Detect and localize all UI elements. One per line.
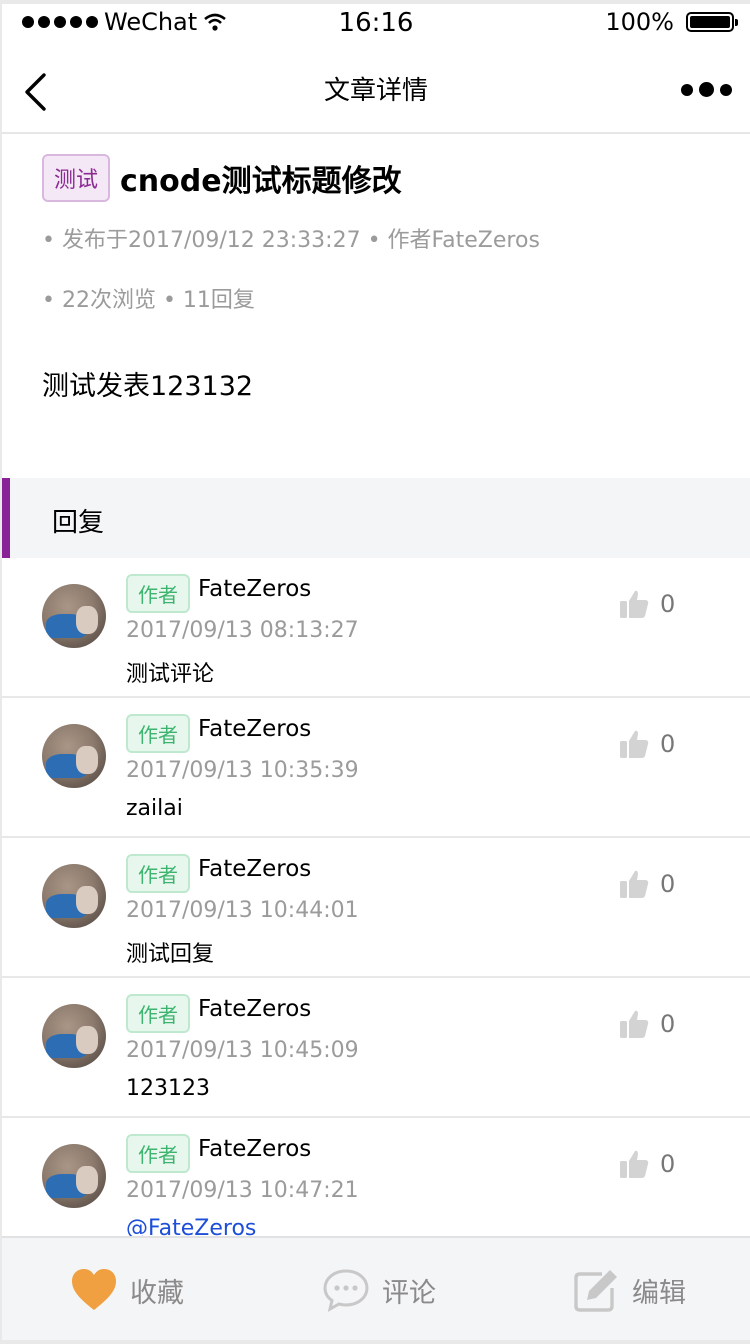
reply-item: 作者 FateZeros 2017/09/13 10:45:09 123123 … (2, 978, 750, 1118)
reply-username[interactable]: FateZeros (198, 996, 311, 1022)
avatar[interactable] (42, 1004, 106, 1068)
battery-percent: 100% (605, 8, 674, 36)
replies-title: 回复 (52, 508, 105, 538)
edit-icon (574, 1270, 617, 1312)
reply-time: 2017/09/13 10:44:01 (126, 898, 359, 923)
avatar[interactable] (42, 1144, 106, 1208)
edit-label: 编辑 (632, 1277, 686, 1309)
heart-icon (72, 1269, 116, 1310)
author-badge: 作者 (126, 854, 190, 893)
article-publish-meta: • 发布于2017/09/12 23:33:27 • 作者FateZeros (42, 228, 540, 253)
thumbs-up-icon (620, 1150, 649, 1178)
reply-list: 作者 FateZeros 2017/09/13 08:13:27 测试评论 0 … (2, 558, 750, 1258)
article-tag: 测试 (42, 154, 111, 202)
author-badge: 作者 (126, 714, 190, 753)
reply-time: 2017/09/13 10:45:09 (126, 1038, 359, 1063)
page-title: 文章详情 (323, 76, 428, 106)
author-badge: 作者 (126, 994, 190, 1033)
thumbs-up-icon (620, 590, 649, 618)
reply-content: 测试评论 (126, 662, 215, 687)
reply-content: 123123 (126, 1076, 210, 1101)
article-header: 测试 cnode测试标题修改 (42, 154, 402, 202)
like-button[interactable]: 0 (618, 1008, 675, 1040)
thumbs-up-icon (620, 730, 649, 758)
reply-content: 测试回复 (126, 942, 215, 967)
thumbs-up-icon (620, 870, 649, 898)
like-count: 0 (660, 590, 676, 618)
favorite-button[interactable]: 收藏 (70, 1268, 184, 1312)
like-count: 0 (660, 1010, 676, 1038)
bottom-action-bar: 收藏 评论 编辑 (2, 1236, 750, 1340)
author-badge: 作者 (126, 1134, 190, 1173)
like-count: 0 (660, 870, 676, 898)
navigation-bar: 文章详情 (2, 44, 750, 134)
replies-accent-bar (2, 478, 10, 558)
edit-button[interactable]: 编辑 (572, 1268, 686, 1312)
favorite-label: 收藏 (130, 1277, 184, 1309)
avatar[interactable] (42, 584, 106, 648)
reply-item: 作者 FateZeros 2017/09/13 08:13:27 测试评论 0 (2, 558, 750, 698)
reply-item: 作者 FateZeros 2017/09/13 10:35:39 zailai … (2, 698, 750, 838)
reply-username[interactable]: FateZeros (198, 856, 311, 882)
reply-time: 2017/09/13 10:35:39 (126, 758, 359, 783)
battery-icon (686, 12, 738, 32)
reply-time: 2017/09/13 08:13:27 (126, 618, 359, 643)
reply-username[interactable]: FateZeros (198, 576, 311, 602)
comment-label: 评论 (382, 1277, 436, 1309)
app-screen: WeChat 16:16 100% 文章详情 测试 cnode测试标题修改 • … (2, 4, 750, 1340)
avatar[interactable] (42, 724, 106, 788)
author-badge: 作者 (126, 574, 190, 613)
reply-content: zailai (126, 796, 183, 821)
reply-item: 作者 FateZeros 2017/09/13 10:44:01 测试回复 0 (2, 838, 750, 978)
comment-button[interactable]: 评论 (322, 1268, 436, 1312)
like-count: 0 (660, 1150, 676, 1178)
reply-username[interactable]: FateZeros (198, 716, 311, 742)
more-options-icon[interactable] (681, 82, 732, 97)
reply-time: 2017/09/13 10:47:21 (126, 1178, 359, 1203)
status-right: 100% (605, 8, 738, 36)
like-button[interactable]: 0 (618, 588, 675, 620)
comment-bubble-icon (323, 1269, 369, 1312)
article-body: 测试发表123132 (42, 371, 254, 402)
thumbs-up-icon (620, 1010, 649, 1038)
status-bar: WeChat 16:16 100% (2, 4, 750, 44)
article-title: cnode测试标题修改 (120, 164, 402, 199)
like-count: 0 (660, 730, 676, 758)
avatar[interactable] (42, 864, 106, 928)
like-button[interactable]: 0 (618, 868, 675, 900)
article-stats-meta: • 22次浏览 • 11回复 (42, 288, 255, 313)
replies-header: 回复 (2, 478, 750, 558)
like-button[interactable]: 0 (618, 1148, 675, 1180)
like-button[interactable]: 0 (618, 728, 675, 760)
reply-username[interactable]: FateZeros (198, 1136, 311, 1162)
